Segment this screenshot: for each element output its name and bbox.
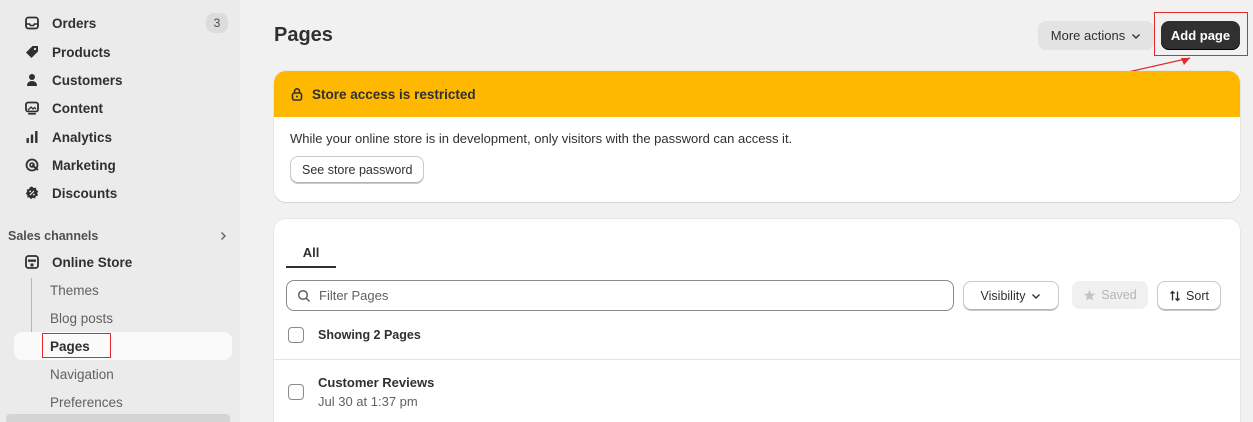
sidebar-item-products[interactable]: Products: [14, 39, 232, 65]
saved-button[interactable]: Saved: [1072, 281, 1148, 309]
tab-active-indicator: [286, 266, 336, 268]
page-title: Pages: [274, 24, 333, 46]
showing-count-label: Showing 2 Pages: [318, 328, 421, 342]
sidebar-item-label: Analytics: [52, 129, 113, 145]
chevron-down-icon: [1131, 31, 1141, 41]
subitem-label: Preferences: [50, 394, 123, 410]
sidebar-item-discounts[interactable]: Discounts: [14, 180, 232, 206]
more-actions-button[interactable]: More actions: [1038, 21, 1154, 50]
sidebar: Orders 3 Products Customers Content Anal…: [0, 0, 240, 422]
store-restricted-banner: Store access is restricted While your on…: [274, 71, 1240, 202]
row-checkbox[interactable]: [288, 384, 304, 400]
sales-channels-section[interactable]: Sales channels: [8, 226, 228, 246]
sidebar-item-label: Products: [52, 44, 111, 60]
tag-icon: [24, 44, 40, 60]
sidebar-subitem-preferences[interactable]: Preferences: [14, 388, 232, 416]
list-divider: [274, 359, 1240, 360]
search-icon: [297, 289, 311, 303]
sidebar-item-orders[interactable]: Orders 3: [14, 10, 232, 36]
visibility-label: Visibility: [980, 289, 1026, 303]
select-all-checkbox[interactable]: [288, 327, 304, 343]
sidebar-item-analytics[interactable]: Analytics: [14, 124, 232, 150]
banner-message: While your online store is in developmen…: [290, 131, 793, 146]
sidebar-subitem-themes[interactable]: Themes: [14, 276, 232, 304]
sidebar-subitem-blog-posts[interactable]: Blog posts: [14, 304, 232, 332]
sidebar-scroll-edge: [6, 414, 230, 422]
banner-header: Store access is restricted: [274, 71, 1240, 117]
subitem-label: Blog posts: [50, 310, 114, 326]
section-title: Sales channels: [8, 229, 99, 243]
pages-highlight-annotation: [42, 333, 111, 358]
filter-pages-input[interactable]: Filter Pages: [286, 280, 954, 311]
bar-chart-icon: [24, 129, 40, 145]
sort-button[interactable]: Sort: [1157, 281, 1221, 311]
sidebar-item-label: Content: [52, 100, 103, 116]
store-icon: [24, 254, 40, 270]
chevron-down-icon: [1031, 291, 1041, 301]
sidebar-item-label: Discounts: [52, 185, 118, 201]
banner-body: While your online store is in developmen…: [274, 117, 1240, 198]
subitem-label: Navigation: [50, 366, 114, 382]
target-icon: [24, 157, 40, 173]
sidebar-item-online-store[interactable]: Online Store: [14, 249, 232, 275]
see-store-password-button[interactable]: See store password: [290, 156, 425, 184]
add-page-button[interactable]: Add page: [1161, 21, 1240, 50]
sidebar-item-marketing[interactable]: Marketing: [14, 152, 232, 178]
chevron-right-icon: [218, 231, 228, 241]
lock-icon: [290, 87, 304, 101]
sidebar-subitem-navigation[interactable]: Navigation: [14, 360, 232, 388]
inbox-icon: [24, 15, 40, 31]
page-title-cell[interactable]: Customer Reviews: [318, 375, 434, 390]
sidebar-item-label: Orders: [52, 15, 97, 31]
orders-count-badge: 3: [206, 13, 228, 33]
image-icon: [24, 100, 40, 116]
banner-title: Store access is restricted: [312, 86, 476, 102]
saved-label: Saved: [1101, 288, 1137, 302]
sidebar-item-label: Marketing: [52, 157, 116, 173]
discount-icon: [24, 185, 40, 201]
visibility-filter-button[interactable]: Visibility: [963, 281, 1059, 311]
sidebar-item-customers[interactable]: Customers: [14, 67, 232, 93]
tab-all[interactable]: All: [286, 236, 336, 268]
sidebar-item-content[interactable]: Content: [14, 95, 232, 121]
select-all-row: Showing 2 Pages: [288, 327, 421, 343]
more-actions-label: More actions: [1050, 28, 1126, 43]
sort-arrows-icon: [1169, 290, 1181, 302]
page-date-cell: Jul 30 at 1:37 pm: [318, 394, 418, 409]
star-icon: [1083, 289, 1096, 302]
person-icon: [24, 72, 40, 88]
pages-list-card: All Filter Pages Visibility Saved Sort S…: [274, 219, 1240, 422]
filter-placeholder: Filter Pages: [319, 288, 389, 303]
sort-label: Sort: [1186, 289, 1209, 303]
sidebar-item-label: Online Store: [52, 254, 133, 270]
table-row[interactable]: Customer Reviews Jul 30 at 1:37 pm: [288, 375, 434, 409]
sidebar-item-label: Customers: [52, 72, 123, 88]
subitem-label: Themes: [50, 282, 99, 298]
